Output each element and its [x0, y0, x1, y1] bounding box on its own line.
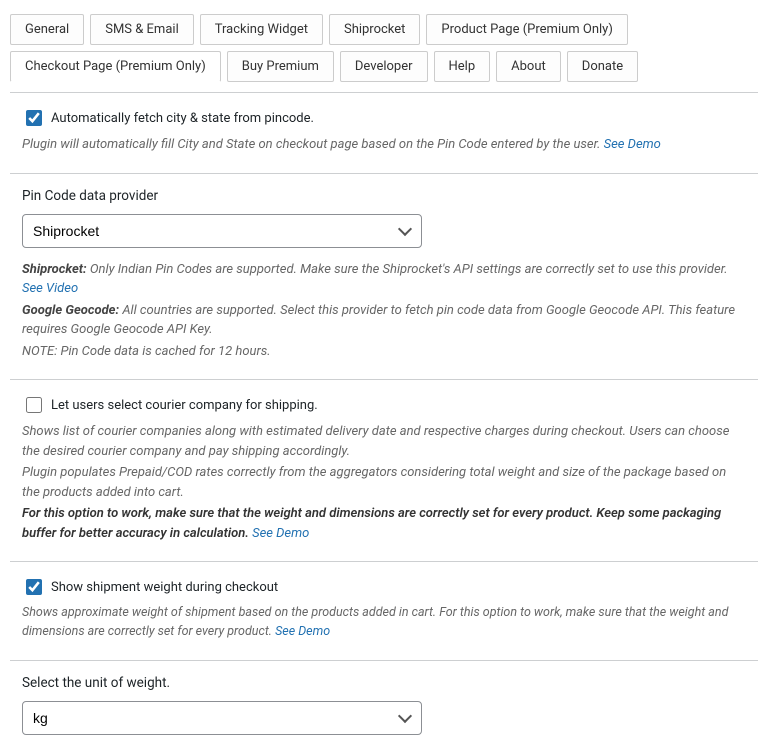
panel-provider: Pin Code data provider Shiprocket Shipro… — [10, 174, 758, 381]
provider-shiprocket-desc: Shiprocket: Only Indian Pin Codes are su… — [22, 260, 746, 299]
tab-sms-email[interactable]: SMS & Email — [90, 14, 194, 45]
weight-checkbox[interactable] — [26, 579, 42, 595]
courier-label: Let users select courier company for shi… — [51, 398, 318, 413]
courier-desc-3: For this option to work, make sure that … — [22, 504, 746, 543]
provider-title: Pin Code data provider — [22, 188, 746, 204]
panel-weight: Show shipment weight during checkout Sho… — [10, 562, 758, 661]
unit-select[interactable]: kg — [22, 701, 422, 735]
provider-see-video-link[interactable]: See Video — [22, 281, 78, 296]
tab-checkout-page[interactable]: Checkout Page (Premium Only) — [10, 51, 221, 82]
provider-select[interactable]: Shiprocket — [22, 214, 422, 248]
panel-unit: Select the unit of weight. kg — [10, 661, 758, 753]
provider-google-desc: Google Geocode: All countries are suppor… — [22, 301, 746, 340]
panel-courier: Let users select courier company for shi… — [10, 380, 758, 562]
tab-shiprocket[interactable]: Shiprocket — [329, 14, 420, 45]
courier-desc-2: Plugin populates Prepaid/COD rates corre… — [22, 463, 746, 502]
panel-auto-fetch: Automatically fetch city & state from pi… — [10, 92, 758, 174]
tab-tracking-widget[interactable]: Tracking Widget — [200, 14, 323, 45]
courier-desc-1: Shows list of courier companies along wi… — [22, 422, 746, 461]
tab-help[interactable]: Help — [434, 51, 491, 82]
courier-checkbox[interactable] — [26, 397, 42, 413]
tab-general[interactable]: General — [10, 14, 84, 45]
auto-fetch-desc: Plugin will automatically fill City and … — [22, 135, 746, 155]
tab-buy-premium[interactable]: Buy Premium — [227, 51, 334, 82]
provider-cache-note: NOTE: Pin Code data is cached for 12 hou… — [22, 342, 746, 362]
tab-developer[interactable]: Developer — [340, 51, 428, 82]
auto-fetch-see-demo-link[interactable]: See Demo — [604, 137, 661, 152]
unit-title: Select the unit of weight. — [22, 675, 746, 691]
tab-donate[interactable]: Donate — [567, 51, 638, 82]
tab-product-page[interactable]: Product Page (Premium Only) — [426, 14, 627, 45]
courier-see-demo-link[interactable]: See Demo — [252, 526, 309, 541]
settings-tabs: General SMS & Email Tracking Widget Ship… — [10, 0, 758, 82]
weight-desc: Shows approximate weight of shipment bas… — [22, 604, 746, 642]
tab-about[interactable]: About — [496, 51, 561, 82]
weight-see-demo-link[interactable]: See Demo — [275, 624, 330, 639]
weight-label: Show shipment weight during checkout — [51, 580, 278, 595]
auto-fetch-label: Automatically fetch city & state from pi… — [51, 111, 314, 126]
auto-fetch-checkbox[interactable] — [26, 110, 42, 126]
